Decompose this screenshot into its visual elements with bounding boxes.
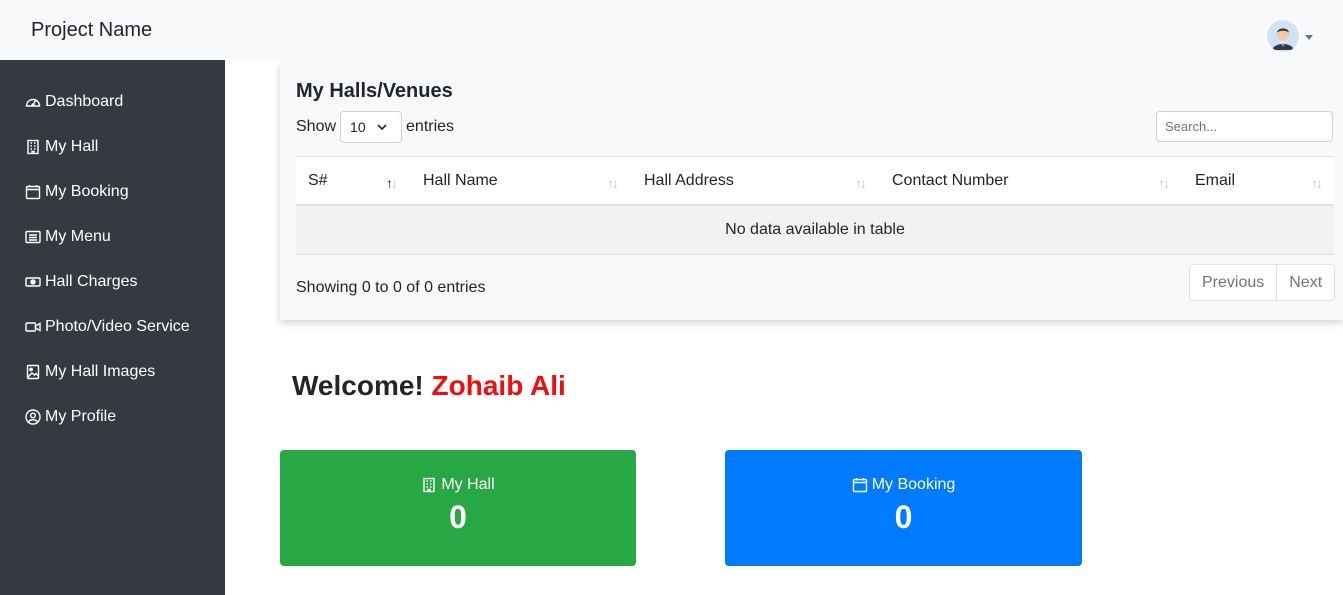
sidebar-item-my-profile[interactable]: My Profile (24, 405, 116, 429)
sidebar-item-label: My Booking (45, 183, 129, 200)
sort-icon[interactable]: ↑↓ (1158, 175, 1170, 191)
column-header-email[interactable]: Email (1195, 157, 1235, 205)
building-icon (423, 477, 436, 493)
column-header-contact-number[interactable]: Contact Number (892, 157, 1009, 205)
camera-video-icon (24, 318, 42, 336)
empty-message: No data available in table (725, 221, 905, 238)
column-header-hall-address[interactable]: Hall Address (644, 157, 734, 205)
calendar-icon (24, 183, 42, 201)
sort-icon[interactable]: ↑↓ (607, 175, 619, 191)
chevron-down-icon (377, 124, 387, 131)
pagination: Previous Next (1189, 264, 1336, 301)
sidebar-item-hall-charges[interactable]: Hall Charges (24, 270, 137, 294)
sidebar: Dashboard My Hall My Booking My Menu Hal… (0, 60, 225, 595)
sidebar-item-label: Hall Charges (45, 273, 138, 290)
speedometer-icon (24, 93, 42, 111)
next-page-button[interactable]: Next (1276, 265, 1334, 300)
chevron-down-icon[interactable] (1305, 34, 1313, 40)
show-label: Show (296, 118, 337, 135)
column-header-hall-name[interactable]: Hall Name (423, 157, 498, 205)
user-menu-toggle[interactable] (1267, 20, 1313, 52)
column-header-serial[interactable]: S# (308, 157, 328, 205)
sort-ascending-icon[interactable]: ↑↓ (386, 175, 398, 191)
sidebar-item-my-hall[interactable]: My Hall (24, 135, 98, 159)
sidebar-item-my-booking[interactable]: My Booking (24, 180, 129, 204)
sidebar-item-my-hall-images[interactable]: My Hall Images (24, 360, 155, 384)
stat-card-my-hall[interactable]: My Hall 0 (280, 450, 636, 566)
sidebar-item-dashboard[interactable]: Dashboard (24, 90, 123, 114)
sidebar-item-my-menu[interactable]: My Menu (24, 225, 111, 249)
sidebar-item-label: My Hall Images (45, 363, 156, 380)
previous-page-button[interactable]: Previous (1190, 265, 1276, 300)
welcome-heading: Welcome! Zohaib Ali (292, 370, 566, 402)
halls-table: S# ↑↓ Hall Name ↑↓ Hall Address ↑↓ Conta… (296, 156, 1334, 255)
stat-value: 0 (894, 499, 913, 535)
image-icon (24, 363, 42, 381)
stat-value: 0 (449, 499, 467, 535)
top-navbar: Project Name (0, 0, 1343, 60)
sort-icon[interactable]: ↑↓ (855, 175, 867, 191)
list-icon (24, 228, 42, 246)
sidebar-item-label: My Hall (45, 138, 99, 155)
building-icon (24, 138, 42, 156)
entries-label: entries (406, 118, 455, 135)
cash-icon (24, 273, 42, 291)
sidebar-item-label: Dashboard (45, 93, 124, 110)
empty-table-row: No data available in table (296, 206, 1334, 255)
card-title: My Halls/Venues (296, 80, 453, 102)
calendar-icon (852, 478, 867, 493)
brand-title[interactable]: Project Name (31, 19, 152, 42)
page-length-control: Show 10 entries (296, 111, 454, 143)
stat-label: My Booking (725, 476, 1082, 494)
person-circle-icon (24, 408, 42, 426)
table-header: S# ↑↓ Hall Name ↑↓ Hall Address ↑↓ Conta… (296, 156, 1334, 206)
sidebar-item-label: Photo/Video Service (45, 318, 190, 335)
table-info: Showing 0 to 0 of 0 entries (296, 279, 486, 296)
welcome-prefix: Welcome! (292, 370, 424, 401)
sidebar-item-photo-video-service[interactable]: Photo/Video Service (24, 315, 190, 339)
page-length-select[interactable]: 10 (340, 111, 403, 143)
sidebar-item-label: My Menu (45, 228, 111, 245)
user-avatar[interactable] (1267, 20, 1299, 52)
sidebar-item-label: My Profile (45, 408, 117, 425)
stat-card-my-booking[interactable]: My Booking 0 (725, 450, 1082, 566)
halls-table-card: My Halls/Venues Show 10 entries S# ↑↓ Ha… (280, 62, 1343, 320)
welcome-user-name: Zohaib Ali (431, 370, 566, 401)
stat-label: My Hall (280, 476, 636, 494)
sort-icon[interactable]: ↑↓ (1311, 175, 1323, 191)
search-input[interactable] (1156, 111, 1333, 142)
page-length-value: 10 (350, 119, 366, 135)
